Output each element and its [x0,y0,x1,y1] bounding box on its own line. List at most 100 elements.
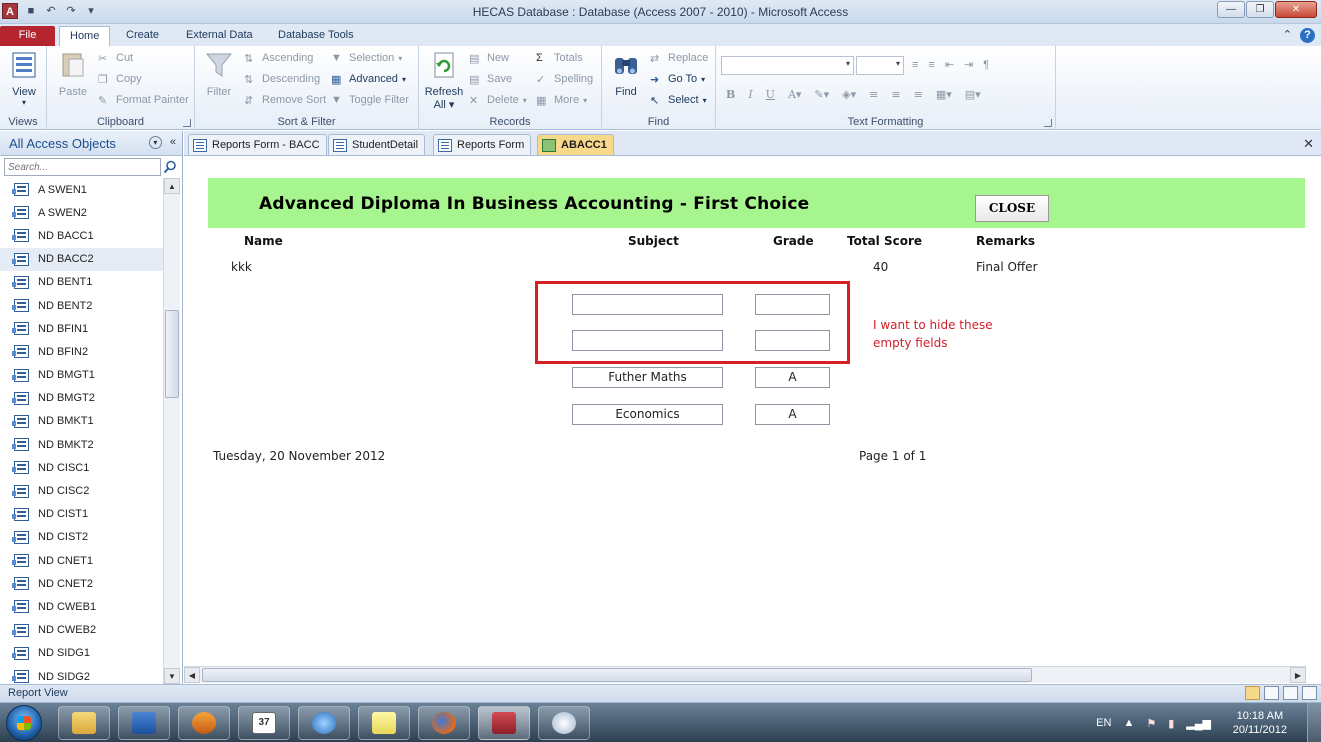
nav-item[interactable]: A SWEN2 [0,201,163,224]
taskbar-calendar-button[interactable]: 37 [238,706,290,740]
search-icon[interactable] [163,160,177,174]
scroll-right-icon[interactable]: ▶ [1290,667,1306,683]
nav-item[interactable]: ND BMGT2 [0,387,163,410]
taskbar-word-button[interactable] [118,706,170,740]
tab-home[interactable]: Home [59,26,111,46]
taskbar-firefox-button[interactable] [418,706,470,740]
nav-item[interactable]: ND SIDG1 [0,642,163,665]
language-indicator[interactable]: EN [1096,717,1111,729]
remove-sort-button[interactable]: ⇵ Remove Sort [244,94,326,107]
nav-item[interactable]: ND BACC2 [0,247,163,271]
clipboard-launcher-icon[interactable] [183,119,191,127]
select-button[interactable]: ↖ Select ▾ [650,94,707,107]
doc-tab-abacc1[interactable]: ABACC1 [537,134,614,155]
nav-item[interactable]: ND BENT2 [0,294,163,317]
nav-item[interactable]: ND BENT1 [0,271,163,294]
action-center-flag-icon[interactable]: ⚑ [1146,717,1156,730]
decrease-indent-icon[interactable]: ⇤ [945,58,954,71]
nav-item[interactable]: ND CIST1 [0,503,163,526]
battery-icon[interactable]: ▮ [1168,717,1174,730]
cut-button[interactable]: ✂ Cut [98,52,133,65]
system-clock[interactable]: 10:18 AM 20/11/2012 [1233,709,1287,737]
text-formatting-launcher-icon[interactable] [1044,119,1052,127]
spelling-button[interactable]: ✓ Spelling [536,73,593,86]
show-desktop-button[interactable] [1307,703,1321,742]
close-document-icon[interactable]: ✕ [1303,136,1314,152]
taskbar-explorer-button[interactable] [58,706,110,740]
goto-button[interactable]: ➜ Go To ▾ [650,73,705,86]
filter-button[interactable]: Filter [201,50,237,98]
toggle-filter-button[interactable]: ▼ Toggle Filter [331,94,409,106]
taskbar-access-button[interactable] [478,706,530,740]
nav-item[interactable]: ND BMGT1 [0,364,163,387]
more-button[interactable]: ▦ More ▾ [536,94,587,107]
nav-item[interactable]: ND CWEB1 [0,595,163,618]
bold-button[interactable]: B [726,88,735,101]
nav-scroll-thumb[interactable] [165,310,179,398]
underline-button[interactable]: U [766,88,775,101]
font-name-select[interactable]: ▾ [721,56,854,75]
close-report-button[interactable]: CLOSE [975,195,1049,222]
replace-button[interactable]: ⇄ Replace [650,52,708,65]
save-record-button[interactable]: ▤ Save [469,73,512,86]
scroll-down-icon[interactable]: ▼ [164,668,180,684]
taskbar-notes-button[interactable] [358,706,410,740]
nav-item[interactable]: ND SIDG2 [0,665,163,684]
bullets-icon[interactable]: ≡ [912,59,918,71]
copy-button[interactable]: ❐ Copy [98,73,142,86]
refresh-all-button[interactable]: Refresh All ▾ [423,50,465,111]
descending-button[interactable]: ⇅ Descending [244,73,320,86]
nav-item[interactable]: ND CISC2 [0,479,163,502]
report-view-icon[interactable] [1245,686,1260,700]
increase-indent-icon[interactable]: ⇥ [964,58,973,71]
italic-button[interactable]: I [748,88,752,101]
alternate-row-color-icon[interactable]: ▤▾ [965,88,981,101]
format-painter-button[interactable]: ✎ Format Painter [98,94,189,107]
minimize-button[interactable]: — [1217,1,1245,18]
delete-record-button[interactable]: ✕ Delete ▾ [469,94,527,107]
horizontal-scrollbar[interactable]: ◀ ▶ [184,666,1306,683]
nav-item[interactable]: ND BACC1 [0,224,163,247]
font-color-icon[interactable]: A▾ [788,88,801,101]
nav-item[interactable]: ND BFIN2 [0,340,163,363]
paragraph-direction-icon[interactable]: ¶ [983,59,989,71]
tab-external-data[interactable]: External Data [176,26,263,46]
highlight-icon[interactable]: ✎▾ [814,88,829,101]
align-left-icon[interactable]: ≡ [869,88,878,101]
doc-tab-reports-form-bacc[interactable]: Reports Form - BACC [188,134,327,155]
show-hidden-icons-icon[interactable]: ▲ [1123,717,1134,729]
numbering-icon[interactable]: ≡ [928,59,934,71]
scroll-left-icon[interactable]: ◀ [184,667,200,683]
design-view-icon[interactable] [1302,686,1317,700]
paste-button[interactable]: Paste [55,50,91,98]
doc-tab-reports-form[interactable]: Reports Form [433,134,532,155]
advanced-button[interactable]: ▦ Advanced ▾ [331,73,406,86]
font-size-select[interactable]: ▾ [856,56,904,75]
taskbar-media-player-button[interactable] [178,706,230,740]
align-center-icon[interactable]: ≡ [891,88,900,101]
scroll-up-icon[interactable]: ▲ [164,178,180,194]
layout-view-icon[interactable] [1283,686,1298,700]
selection-button[interactable]: ▼ Selection ▾ [331,52,402,64]
nav-item[interactable]: A SWEN1 [0,178,163,201]
nav-search-input[interactable] [4,158,161,176]
new-record-button[interactable]: ▤ New [469,52,509,65]
nav-item[interactable]: ND CISC1 [0,456,163,479]
network-signal-icon[interactable]: ▂▄▆ [1186,717,1211,730]
doc-tab-studentdetail[interactable]: StudentDetail [328,134,426,155]
find-button[interactable]: Find [608,50,644,98]
totals-button[interactable]: Σ Totals [536,52,583,64]
close-window-button[interactable]: ✕ [1275,1,1317,18]
nav-item[interactable]: ND BFIN1 [0,317,163,340]
navigation-pane-header[interactable]: All Access Objects ▾ « [0,131,182,156]
tab-database-tools[interactable]: Database Tools [268,26,364,46]
nav-menu-chevron-icon[interactable]: ▾ [148,136,162,149]
fill-color-icon[interactable]: ◈▾ [842,88,856,101]
view-button[interactable]: View ▾ [6,50,42,107]
help-icon[interactable]: ? [1300,28,1315,43]
restore-button[interactable]: ❐ [1246,1,1274,18]
collapse-pane-icon[interactable]: « [170,136,176,149]
nav-item[interactable]: ND CNET1 [0,549,163,572]
gridlines-icon[interactable]: ▦▾ [936,88,952,101]
taskbar-browser-button[interactable] [298,706,350,740]
